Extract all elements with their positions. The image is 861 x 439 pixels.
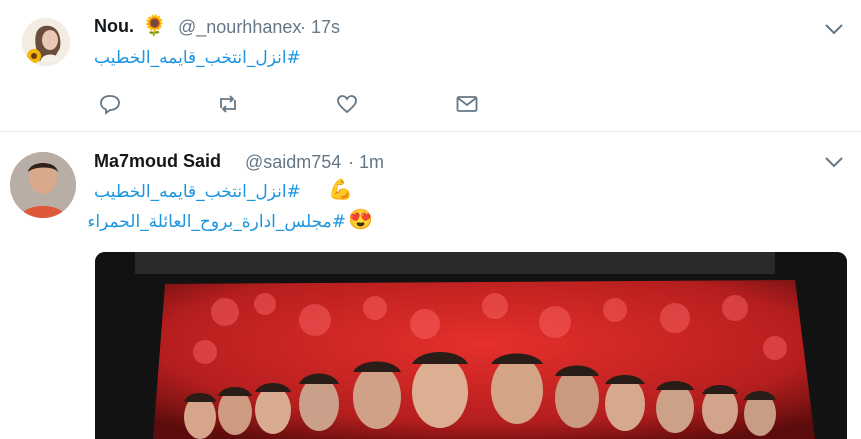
display-name[interactable]: Ma7moud Said [94,151,221,172]
avatar[interactable] [10,152,76,218]
user-handle[interactable]: @_nourhhanex [178,17,301,38]
avatar-image [10,152,76,218]
sunflower-emoji: 🌻 [142,15,167,37]
flexed-biceps-emoji: 💪 [328,179,353,201]
retweet-icon[interactable] [216,92,240,116]
hashtag-link[interactable]: #انزل_انتخب_قايمه_الخطيب [94,182,324,202]
reply-icon[interactable] [98,92,122,116]
like-icon[interactable] [335,92,359,116]
hashtag-link[interactable]: #مجلس_ادارة_بروح_العائلة_الحمراء [87,212,346,232]
campaign-screen-photo [95,252,847,439]
display-name[interactable]: Nou. [94,16,134,37]
chevron-down-icon[interactable] [824,155,844,169]
tweet-1[interactable]: Nou. 🌻 @_nourhhanex · 17s #انزل_انتخب_قا… [0,0,861,132]
hashtag-link[interactable]: #انزل_انتخب_قايمه_الخطيب [94,48,324,68]
avatar-image [22,18,70,66]
chevron-down-icon[interactable] [824,22,844,36]
user-handle[interactable]: @saidm754 [245,152,341,173]
heart-eyes-emoji: 😍 [348,209,373,231]
tweet-media-photo[interactable] [95,252,847,439]
dm-icon[interactable] [455,92,479,116]
avatar[interactable] [22,18,70,66]
timestamp[interactable]: · 17s [300,17,340,38]
timestamp[interactable]: · 1m [348,152,384,173]
